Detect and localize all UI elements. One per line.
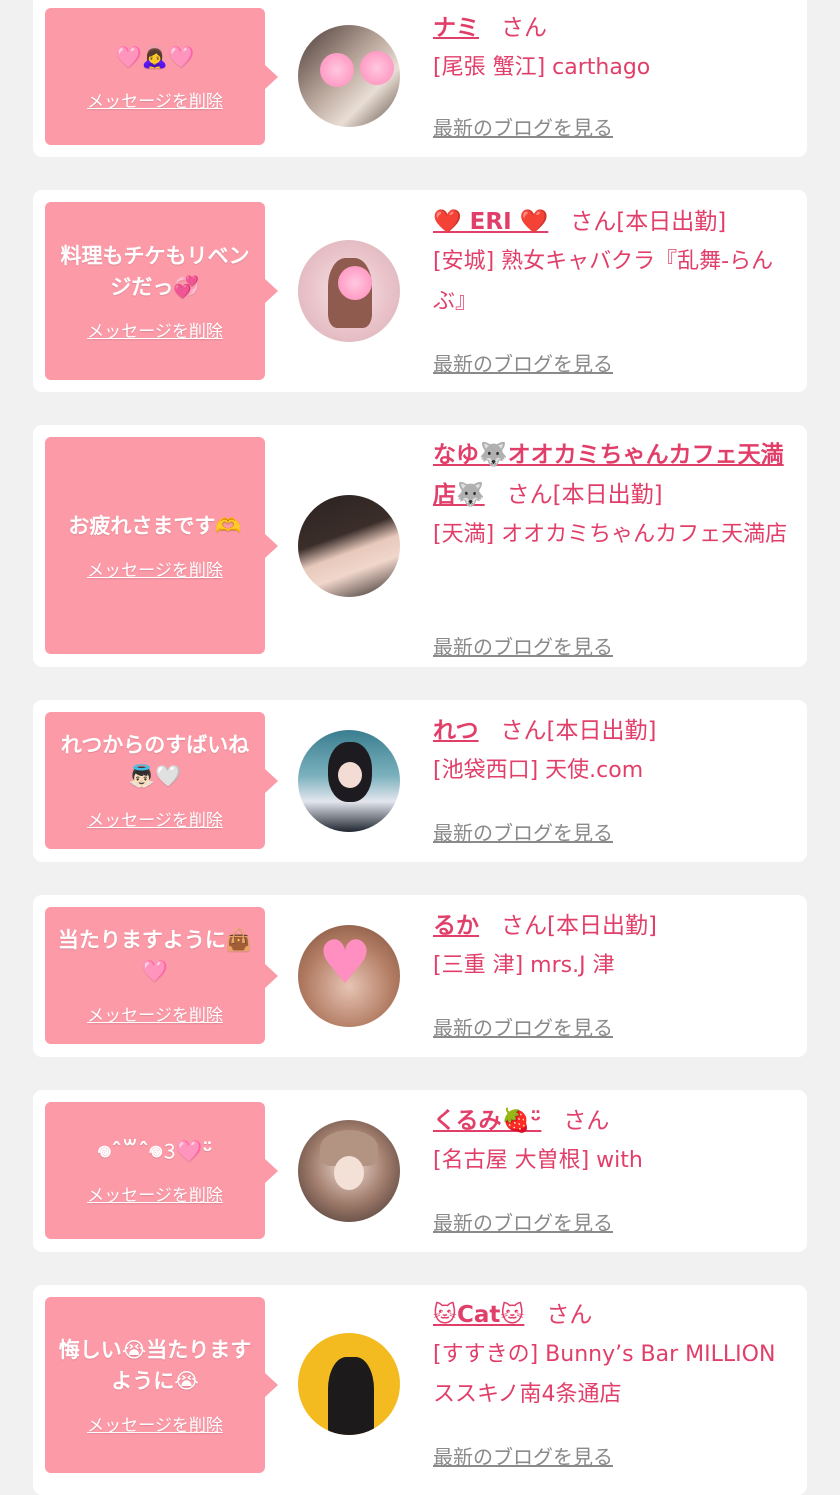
sender-info: れつ さん[本日出勤] [池袋西口] 天使.com 最新のブログを見る	[433, 711, 798, 845]
latest-blog-link[interactable]: 最新のブログを見る	[433, 1207, 613, 1236]
status-badge: [本日出勤]	[616, 209, 727, 235]
photo-face	[338, 762, 362, 788]
message-bubble: 🩷🙇‍♀️🩷 メッセージを削除	[45, 8, 278, 145]
message-bubble: 料理もチケもリベンジだっ💞 メッセージを削除	[45, 202, 278, 380]
avatar[interactable]	[298, 730, 400, 832]
avatar[interactable]	[298, 495, 400, 597]
sender-name-link[interactable]: るか	[433, 913, 479, 939]
delete-message-link[interactable]: メッセージを削除	[87, 1181, 223, 1206]
sender-info: ナミ さん [尾張 蟹江] carthago 最新のブログを見る	[433, 8, 798, 140]
message-bubble: 当たりますように👜🩷 メッセージを削除	[45, 907, 278, 1044]
avatar[interactable]	[298, 25, 400, 127]
sender-name-link[interactable]: 🐱Cat🐱	[433, 1302, 524, 1328]
delete-message-link[interactable]: メッセージを削除	[87, 556, 223, 581]
message-bubble: 𖦹ˆ꒳ˆ𖦹𝟹🩷ᵕ̈ メッセージを削除	[45, 1102, 278, 1239]
delete-message-link[interactable]: メッセージを削除	[87, 806, 223, 831]
message-card: お疲れさまです🫶 メッセージを削除 なゆ🐺オオカミちゃんカフェ天満店🐺 さん[本日…	[33, 425, 807, 667]
sender-info: ❤️ ERI ❤️ さん[本日出勤] [安城] 熟女キャバクラ『乱舞-らんぶ』 最…	[433, 202, 798, 376]
honorific: さん	[570, 209, 617, 235]
avatar[interactable]	[298, 240, 400, 342]
message-card: 悔しい😭当たりますように😭 メッセージを削除 🐱Cat🐱 さん [すすきの] Bu…	[33, 1285, 807, 1495]
delete-message-link[interactable]: メッセージを削除	[87, 317, 223, 342]
message-card: 当たりますように👜🩷 メッセージを削除 ♥ るか さん[本日出勤] [三重 津] …	[33, 895, 807, 1057]
honorific: さん	[563, 1108, 610, 1134]
message-card: 𖦹ˆ꒳ˆ𖦹𝟹🩷ᵕ̈ メッセージを削除 くるみ🍓ᵕ̈ さん [名古屋 大曽根] wi…	[33, 1090, 807, 1252]
avatar[interactable]	[298, 1333, 400, 1435]
message-card: れつからのすばいね👼🏻🤍 メッセージを削除 れつ さん[本日出勤] [池袋西口] …	[33, 700, 807, 862]
status-badge: [本日出勤]	[547, 913, 657, 939]
message-text: 🩷🙇‍♀️🩷	[115, 44, 195, 69]
honorific: さん	[500, 718, 547, 744]
delete-message-link[interactable]: メッセージを削除	[87, 87, 223, 112]
shop-label: [池袋西口] 天使.com	[433, 758, 644, 783]
heart-sticker-icon: ♥	[318, 928, 372, 998]
honorific: さん	[501, 15, 547, 41]
message-text: 当たりますように👜🩷	[57, 928, 253, 983]
message-bubble: 悔しい😭当たりますように😭 メッセージを削除	[45, 1297, 278, 1473]
delete-message-link[interactable]: メッセージを削除	[87, 1001, 223, 1026]
honorific: さん	[506, 482, 553, 508]
sender-info: るか さん[本日出勤] [三重 津] mrs.J 津 最新のブログを見る	[433, 906, 798, 1040]
face-blur-sticker	[320, 53, 354, 87]
face-blur-sticker	[360, 51, 394, 85]
avatar[interactable]: ♥	[298, 925, 400, 1027]
delete-message-link[interactable]: メッセージを削除	[87, 1411, 223, 1436]
latest-blog-link[interactable]: 最新のブログを見る	[433, 348, 613, 377]
message-bubble: れつからのすばいね👼🏻🤍 メッセージを削除	[45, 712, 278, 849]
honorific: さん	[546, 1302, 593, 1328]
message-list: 🩷🙇‍♀️🩷 メッセージを削除 ナミ さん [尾張 蟹江] carthago 最新…	[0, 0, 840, 1495]
shop-label: [名古屋 大曽根] with	[433, 1148, 643, 1173]
latest-blog-link[interactable]: 最新のブログを見る	[433, 112, 613, 141]
sender-info: なゆ🐺オオカミちゃんカフェ天満店🐺 さん[本日出勤] [天満] オオカミちゃんカフ…	[433, 435, 798, 659]
honorific: さん	[501, 913, 547, 939]
latest-blog-link[interactable]: 最新のブログを見る	[433, 631, 613, 660]
avatar[interactable]	[298, 1120, 400, 1222]
sender-name-link[interactable]: くるみ🍓ᵕ̈	[433, 1108, 541, 1134]
latest-blog-link[interactable]: 最新のブログを見る	[433, 817, 613, 846]
shop-label: [すすきの] Bunny’s Bar MILLION ススキノ南4条通店	[433, 1342, 776, 1407]
message-text: 悔しい😭当たりますように😭	[58, 1337, 252, 1393]
sender-name-link[interactable]: ❤️ ERI ❤️	[433, 209, 548, 235]
status-badge: [本日出勤]	[546, 718, 657, 744]
shop-label: [安城] 熟女キャバクラ『乱舞-らんぶ』	[433, 249, 774, 314]
shop-label: [尾張 蟹江] carthago	[433, 55, 651, 80]
message-text: 𖦹ˆ꒳ˆ𖦹𝟹🩷ᵕ̈	[97, 1138, 213, 1163]
latest-blog-link[interactable]: 最新のブログを見る	[433, 1441, 613, 1470]
message-text: れつからのすばいね👼🏻🤍	[60, 733, 250, 788]
shop-label: [三重 津] mrs.J 津	[433, 953, 615, 978]
message-text: 料理もチケもリベンジだっ💞	[60, 243, 250, 299]
status-badge: [本日出勤]	[552, 482, 663, 508]
photo-face	[334, 1156, 364, 1190]
message-bubble: お疲れさまです🫶 メッセージを削除	[45, 437, 278, 654]
shop-label: [天満] オオカミちゃんカフェ天満店	[433, 522, 788, 547]
message-text: お疲れさまです🫶	[68, 513, 242, 538]
message-card: 🩷🙇‍♀️🩷 メッセージを削除 ナミ さん [尾張 蟹江] carthago 最新…	[33, 0, 807, 157]
message-card: 料理もチケもリベンジだっ💞 メッセージを削除 ❤️ ERI ❤️ さん[本日出勤]…	[33, 190, 807, 392]
sender-name-link[interactable]: れつ	[433, 718, 479, 744]
face-blur-sticker	[338, 266, 372, 300]
latest-blog-link[interactable]: 最新のブログを見る	[433, 1012, 613, 1041]
sender-info: くるみ🍓ᵕ̈ さん [名古屋 大曽根] with 最新のブログを見る	[433, 1101, 798, 1235]
photo-figure	[328, 1357, 374, 1435]
sender-name-link[interactable]: ナミ	[433, 15, 479, 41]
sender-info: 🐱Cat🐱 さん [すすきの] Bunny’s Bar MILLION ススキノ南…	[433, 1295, 798, 1469]
